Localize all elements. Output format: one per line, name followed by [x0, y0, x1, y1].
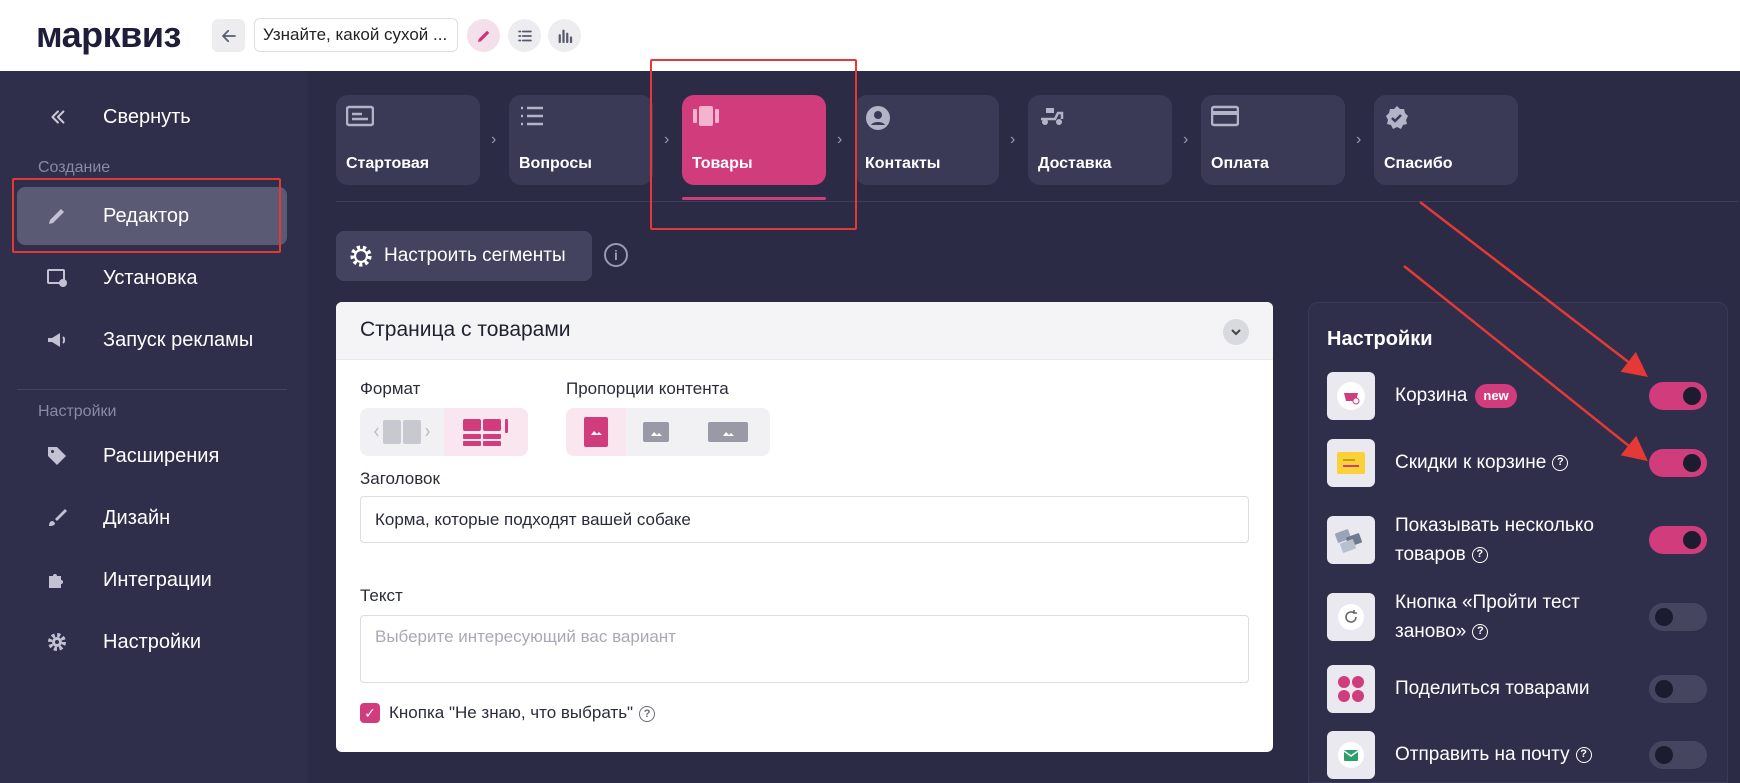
- annotation-arrow-cart: [1419, 201, 1648, 378]
- annotation-arrow-discounts: [1403, 265, 1648, 462]
- annotation-arrows: [1403, 201, 1648, 462]
